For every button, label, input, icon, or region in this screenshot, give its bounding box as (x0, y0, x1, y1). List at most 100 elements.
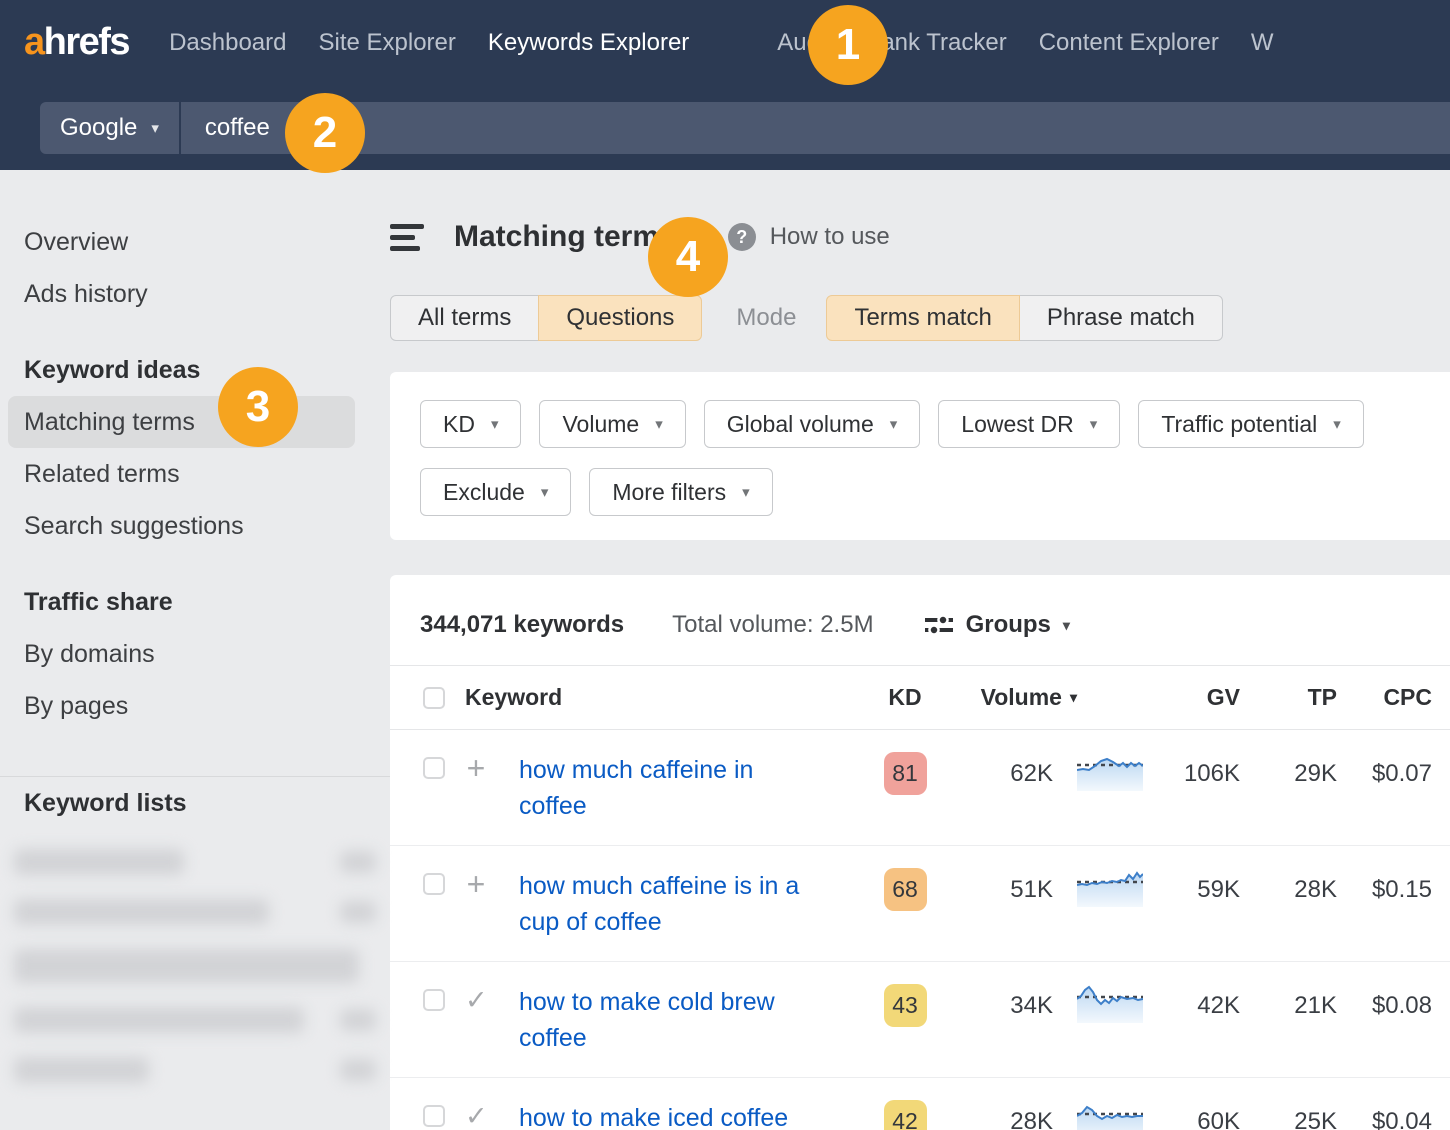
select-all-checkbox[interactable] (423, 687, 445, 709)
main-panel: Matching terms ? How to use All termsQue… (390, 170, 1450, 1130)
gv-value: 42K (1197, 992, 1240, 1020)
added-check-icon[interactable]: ✓ (465, 984, 487, 1016)
volume-value: 51K (1010, 876, 1053, 904)
nav-item-dashboard[interactable]: Dashboard (169, 29, 286, 57)
volume-trend-sparkline (1077, 753, 1143, 797)
filter-label: Lowest DR (961, 411, 1073, 438)
column-keyword[interactable]: Keyword (465, 684, 849, 711)
cpc-value: $0.07 (1372, 760, 1432, 788)
sidebar-item-related-terms[interactable]: Related terms (0, 448, 390, 500)
row-checkbox[interactable] (423, 989, 445, 1011)
column-cpc[interactable]: CPC (1383, 684, 1432, 711)
kd-badge: 43 (884, 984, 927, 1027)
volume-trend-sparkline (1077, 1101, 1143, 1130)
sidebar-item-by-domains[interactable]: By domains (0, 628, 390, 680)
column-tp[interactable]: TP (1308, 684, 1337, 711)
sidebar-item-matching-terms[interactable]: Matching terms (8, 396, 355, 448)
callout-badge-4: 4 (648, 217, 728, 297)
keyword-search-value: coffee (205, 114, 270, 142)
sliders-icon (924, 612, 954, 638)
keyword-link[interactable]: how to make cold brew coffee (519, 984, 819, 1056)
sidebar-item-ads-history[interactable]: Ads history (0, 268, 390, 320)
filter-kd[interactable]: KD▾ (420, 400, 521, 448)
filter-label: Traffic potential (1161, 411, 1317, 438)
nav-item-content-explorer[interactable]: Content Explorer (1039, 29, 1219, 57)
row-checkbox[interactable] (423, 1105, 445, 1127)
tp-value: 29K (1294, 760, 1337, 788)
gv-value: 60K (1197, 1108, 1240, 1130)
column-kd[interactable]: KD (888, 684, 921, 711)
blurred-list-item (14, 849, 376, 875)
filter-label: KD (443, 411, 475, 438)
tab-all-terms[interactable]: All terms (390, 295, 539, 341)
chevron-down-icon: ▾ (151, 119, 159, 137)
blurred-list-item (14, 1007, 376, 1033)
blurred-list-item (14, 949, 376, 983)
content-area: OverviewAds historyKeyword ideasMatching… (0, 170, 1450, 1130)
groups-button[interactable]: Groups ▾ (924, 611, 1070, 639)
table-header: Keyword KD Volume ▾ GV TP CPC (390, 665, 1450, 730)
column-gv[interactable]: GV (1207, 684, 1240, 711)
row-checkbox[interactable] (423, 757, 445, 779)
filter-label: More filters (612, 479, 726, 506)
tab-terms-match[interactable]: Terms match (826, 295, 1019, 341)
ahrefs-logo[interactable]: ahrefs (24, 21, 129, 64)
keyword-lists-blurred (0, 839, 390, 1083)
filter-more-filters[interactable]: More filters▾ (589, 468, 772, 516)
nav-item-site-explorer[interactable]: Site Explorer (318, 29, 455, 57)
keyword-link[interactable]: how much caffeine in coffee (519, 752, 819, 824)
chevron-down-icon: ▾ (655, 415, 663, 433)
filter-global-volume[interactable]: Global volume ▾ (704, 400, 921, 448)
total-volume: Total volume: 2.5M (672, 611, 873, 639)
how-to-use-label: How to use (770, 223, 890, 251)
sidebar: OverviewAds historyKeyword ideasMatching… (0, 170, 390, 1130)
sidebar-item-by-pages[interactable]: By pages (0, 680, 390, 732)
column-volume[interactable]: Volume ▾ (981, 684, 1077, 711)
sidebar-nav: OverviewAds historyKeyword ideasMatching… (0, 216, 390, 732)
primary-nav: DashboardSite ExplorerKeywords ExplorerA… (169, 29, 1273, 57)
volume-trend-sparkline (1077, 869, 1143, 913)
sidebar-section-keyword-lists: Keyword lists (0, 777, 390, 829)
logo-rest: hrefs (44, 21, 129, 63)
how-to-use-link[interactable]: ? How to use (728, 223, 890, 251)
sidebar-item-overview[interactable]: Overview (0, 216, 390, 268)
keyword-link[interactable]: how much caffeine is in a cup of coffee (519, 868, 819, 940)
tp-value: 25K (1294, 1108, 1337, 1130)
kd-badge: 68 (884, 868, 927, 911)
filter-volume[interactable]: Volume ▾ (539, 400, 685, 448)
kd-badge: 42 (884, 1100, 927, 1130)
add-to-list-plus-icon[interactable]: + (465, 752, 487, 784)
volume-trend-sparkline (1077, 985, 1143, 1029)
nav-item-w[interactable]: W (1251, 29, 1274, 57)
filters-row-2: Exclude▾More filters▾ (420, 468, 1450, 516)
nav-item-keywords-explorer[interactable]: Keywords Explorer (488, 29, 689, 57)
added-check-icon[interactable]: ✓ (465, 1100, 487, 1130)
chevron-down-icon: ▾ (1333, 415, 1341, 433)
keyword-search-input[interactable]: coffee (181, 102, 1450, 154)
kd-badge: 81 (884, 752, 927, 795)
sidebar-toggle-icon[interactable] (390, 224, 426, 251)
table-body: +how much caffeine in coffee8162K106K29K… (390, 730, 1450, 1130)
callout-badge-2: 2 (285, 93, 365, 173)
main-header: Matching terms ? How to use (390, 214, 1450, 260)
filter-exclude[interactable]: Exclude▾ (420, 468, 571, 516)
filter-label: Global volume (727, 411, 874, 438)
sort-desc-icon: ▾ (1070, 689, 1077, 706)
chevron-down-icon: ▾ (1090, 415, 1098, 433)
chevron-down-icon: ▾ (541, 483, 549, 501)
chevron-down-icon: ▾ (890, 415, 898, 433)
cpc-value: $0.08 (1372, 992, 1432, 1020)
keyword-link[interactable]: how to make iced coffee (519, 1100, 819, 1130)
tab-questions[interactable]: Questions (538, 295, 702, 341)
search-engine-select[interactable]: Google ▾ (40, 102, 179, 154)
add-to-list-plus-icon[interactable]: + (465, 868, 487, 900)
top-navbar: ahrefs Dashboard Site Explorer Keywords Ex… (0, 0, 1450, 85)
filter-label: Volume (562, 411, 639, 438)
tab-phrase-match[interactable]: Phrase match (1019, 295, 1223, 341)
filter-lowest-dr[interactable]: Lowest DR ▾ (938, 400, 1120, 448)
table-row: +how much caffeine in coffee8162K106K29K… (390, 730, 1450, 846)
sidebar-item-search-suggestions[interactable]: Search suggestions (0, 500, 390, 552)
row-checkbox[interactable] (423, 873, 445, 895)
filter-traffic-potential[interactable]: Traffic potential ▾ (1138, 400, 1364, 448)
groups-label: Groups (966, 611, 1051, 639)
